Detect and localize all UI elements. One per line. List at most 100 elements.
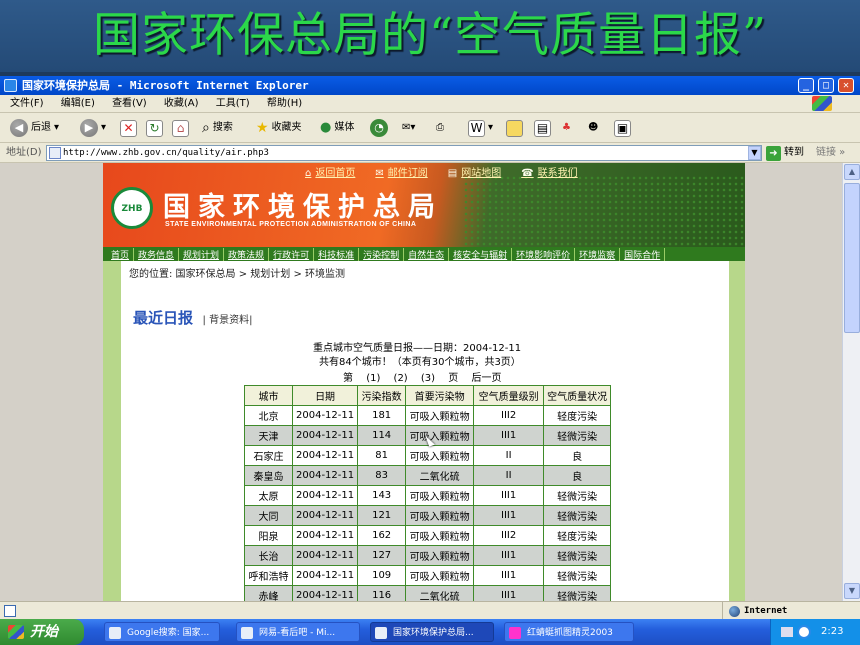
edit-icon: W <box>468 119 485 137</box>
breadcrumb: 您的位置: 国家环保总局 > 规划计划 > 环境监测 <box>129 269 346 280</box>
top-nav-contact[interactable]: ☎ 联系我们 <box>521 164 577 179</box>
start-button[interactable]: 开始 <box>0 619 84 645</box>
cell-level: III1 <box>473 485 545 506</box>
top-nav-sitemap[interactable]: ▤ 网站地图 <box>448 164 501 179</box>
cell-index: 121 <box>357 505 407 526</box>
top-nav-home[interactable]: ⌂ 返回首页 <box>305 164 355 179</box>
main-nav-item[interactable]: 科技标准 <box>314 247 360 261</box>
address-label: 地址(D) <box>6 147 42 158</box>
vertical-scrollbar[interactable]: ▲ ▼ <box>842 163 860 601</box>
top-nav-home-label: 返回首页 <box>315 167 356 179</box>
main-nav-item[interactable]: 政务信息 <box>134 247 180 261</box>
cell-city: 石家庄 <box>244 445 293 466</box>
menu-file[interactable]: 文件(F) <box>10 98 44 109</box>
scroll-up-icon[interactable]: ▲ <box>844 164 860 180</box>
main-nav-item[interactable]: 规划计划 <box>179 247 225 261</box>
main-nav-item[interactable]: 政策法规 <box>224 247 270 261</box>
minimize-button[interactable]: _ <box>798 78 814 93</box>
task-google-search[interactable]: Google搜索: 国家... <box>104 622 220 642</box>
header-level: 空气质量级别 <box>473 385 545 406</box>
window-titlebar[interactable]: 国家环境保护总局 - Microsoft Internet Explorer _… <box>0 76 860 95</box>
header-date: 日期 <box>291 385 359 406</box>
main-nav-item[interactable]: 核安全与辐射 <box>449 247 513 261</box>
cell-status: 良 <box>543 445 612 466</box>
home-button[interactable]: ⌂ <box>172 118 189 138</box>
main-nav-item[interactable]: 环境影响评价 <box>512 247 576 261</box>
cell-index: 109 <box>357 565 407 586</box>
media-label: 媒体 <box>334 122 355 133</box>
top-nav-mail-label: 邮件订阅 <box>387 167 428 179</box>
pager-prefix: 第 <box>343 373 353 384</box>
cell-index: 162 <box>357 525 407 546</box>
main-nav-item[interactable]: 首页 <box>107 247 135 261</box>
cell-pollutant: 可吸入颗粒物 <box>405 525 475 546</box>
scroll-thumb[interactable] <box>844 183 860 333</box>
print-button[interactable]: ⎙ <box>436 118 444 138</box>
task-screenshot-tool[interactable]: 红蜻蜓抓图精灵2003 <box>504 622 634 642</box>
links-button[interactable]: 链接 » <box>816 143 845 163</box>
menu-tools[interactable]: 工具(T) <box>216 98 250 109</box>
stop-button[interactable]: ✕ <box>120 118 137 138</box>
cell-date: 2004-12-11 <box>291 485 359 506</box>
table-row: 大同 2004-12-11 121 可吸入颗粒物 III1 轻微污染 <box>244 505 612 526</box>
back-button[interactable]: ◀ 后退 ▾ <box>10 118 59 138</box>
main-nav-item[interactable]: 污染控制 <box>359 247 405 261</box>
pager-page-3[interactable]: (3) <box>421 373 435 384</box>
task-netease[interactable]: 网易-看后吧 - Mi... <box>236 622 360 642</box>
cell-status: 轻度污染 <box>543 405 612 426</box>
qq-button[interactable]: ☻ <box>588 118 598 138</box>
site-logo[interactable]: ZHB <box>111 187 153 229</box>
menu-favorites[interactable]: 收藏(A) <box>164 98 199 109</box>
favorites-button[interactable]: ★ 收藏夹 <box>256 118 302 138</box>
cell-index: 181 <box>357 405 407 426</box>
header-city: 城市 <box>244 385 293 406</box>
maximize-button[interactable]: □ <box>818 78 834 93</box>
menu-view[interactable]: 查看(V) <box>112 98 147 109</box>
right-decoration <box>729 261 745 601</box>
scroll-down-icon[interactable]: ▼ <box>844 583 860 599</box>
main-nav-item[interactable]: 国际合作 <box>620 247 666 261</box>
research-icon: ▤ <box>534 119 551 137</box>
recent-report-link[interactable]: 最近日报 <box>133 309 193 327</box>
pager-next[interactable]: 后一页 <box>471 373 501 384</box>
network-icon[interactable] <box>797 625 811 639</box>
cell-pollutant: 可吸入颗粒物 <box>405 445 475 466</box>
keyboard-icon[interactable] <box>781 627 793 637</box>
discuss-button[interactable] <box>506 118 523 138</box>
refresh-button[interactable]: ↻ <box>146 118 163 138</box>
mail-button[interactable]: ✉▾ <box>402 118 415 138</box>
pager-page-2[interactable]: (2) <box>394 373 408 384</box>
toolbar-extra-button[interactable]: ▣ <box>614 118 631 138</box>
edit-button[interactable]: W ▾ <box>468 118 493 138</box>
menu-edit[interactable]: 编辑(E) <box>61 98 95 109</box>
site-header: ⌂ 返回首页 ✉ 邮件订阅 ▤ 网站地图 ☎ 联系我们 ZHB 国家环境保护总局 STA… <box>103 163 745 247</box>
messenger-button[interactable]: ♣ <box>562 118 571 138</box>
forward-button[interactable]: ▶ ▾ <box>80 118 106 138</box>
menu-help[interactable]: 帮助(H) <box>267 98 302 109</box>
main-nav-item[interactable]: 环境监察 <box>575 247 621 261</box>
site-name: 国家环境保护总局 <box>163 192 443 223</box>
background-link[interactable]: | 背景资料| <box>203 315 253 326</box>
table-row: 北京 2004-12-11 181 可吸入颗粒物 III2 轻度污染 <box>244 405 612 426</box>
address-input[interactable]: http://www.zhb.gov.cn/quality/air.php3 <box>46 145 762 161</box>
go-button[interactable]: ➜ 转到 <box>766 145 804 161</box>
main-nav-item[interactable]: 自然生态 <box>404 247 450 261</box>
top-nav-mail[interactable]: ✉ 邮件订阅 <box>375 164 427 179</box>
air-quality-table: 城市 日期 污染指数 首要污染物 空气质量级别 空气质量状况 北京 2004-12… <box>244 385 612 601</box>
search-button[interactable]: ⌕ 搜索 <box>202 118 233 138</box>
window-icon: ▣ <box>614 119 631 137</box>
address-dropdown-icon[interactable]: ▼ <box>748 146 761 160</box>
cell-status: 轻微污染 <box>543 485 612 506</box>
close-button[interactable]: ✕ <box>838 78 854 93</box>
table-row: 呼和浩特 2004-12-11 109 可吸入颗粒物 III1 轻微污染 <box>244 565 612 586</box>
table-row: 赤峰 2004-12-11 116 二氧化硫 III1 轻微污染 <box>244 585 612 601</box>
media-button[interactable]: ● 媒体 <box>320 118 354 138</box>
mail-icon: ✉▾ <box>402 122 416 133</box>
top-nav: ⌂ 返回首页 ✉ 邮件订阅 ▤ 网站地图 ☎ 联系我们 <box>283 163 743 179</box>
pager-page-1[interactable]: (1) <box>366 373 380 384</box>
task-zhb-site[interactable]: 国家环境保护总局... <box>370 622 494 642</box>
history-button[interactable]: ◔ <box>370 118 388 138</box>
research-button[interactable]: ▤ <box>534 118 551 138</box>
main-nav-item[interactable]: 行政许可 <box>269 247 315 261</box>
cell-city: 长治 <box>244 545 293 566</box>
